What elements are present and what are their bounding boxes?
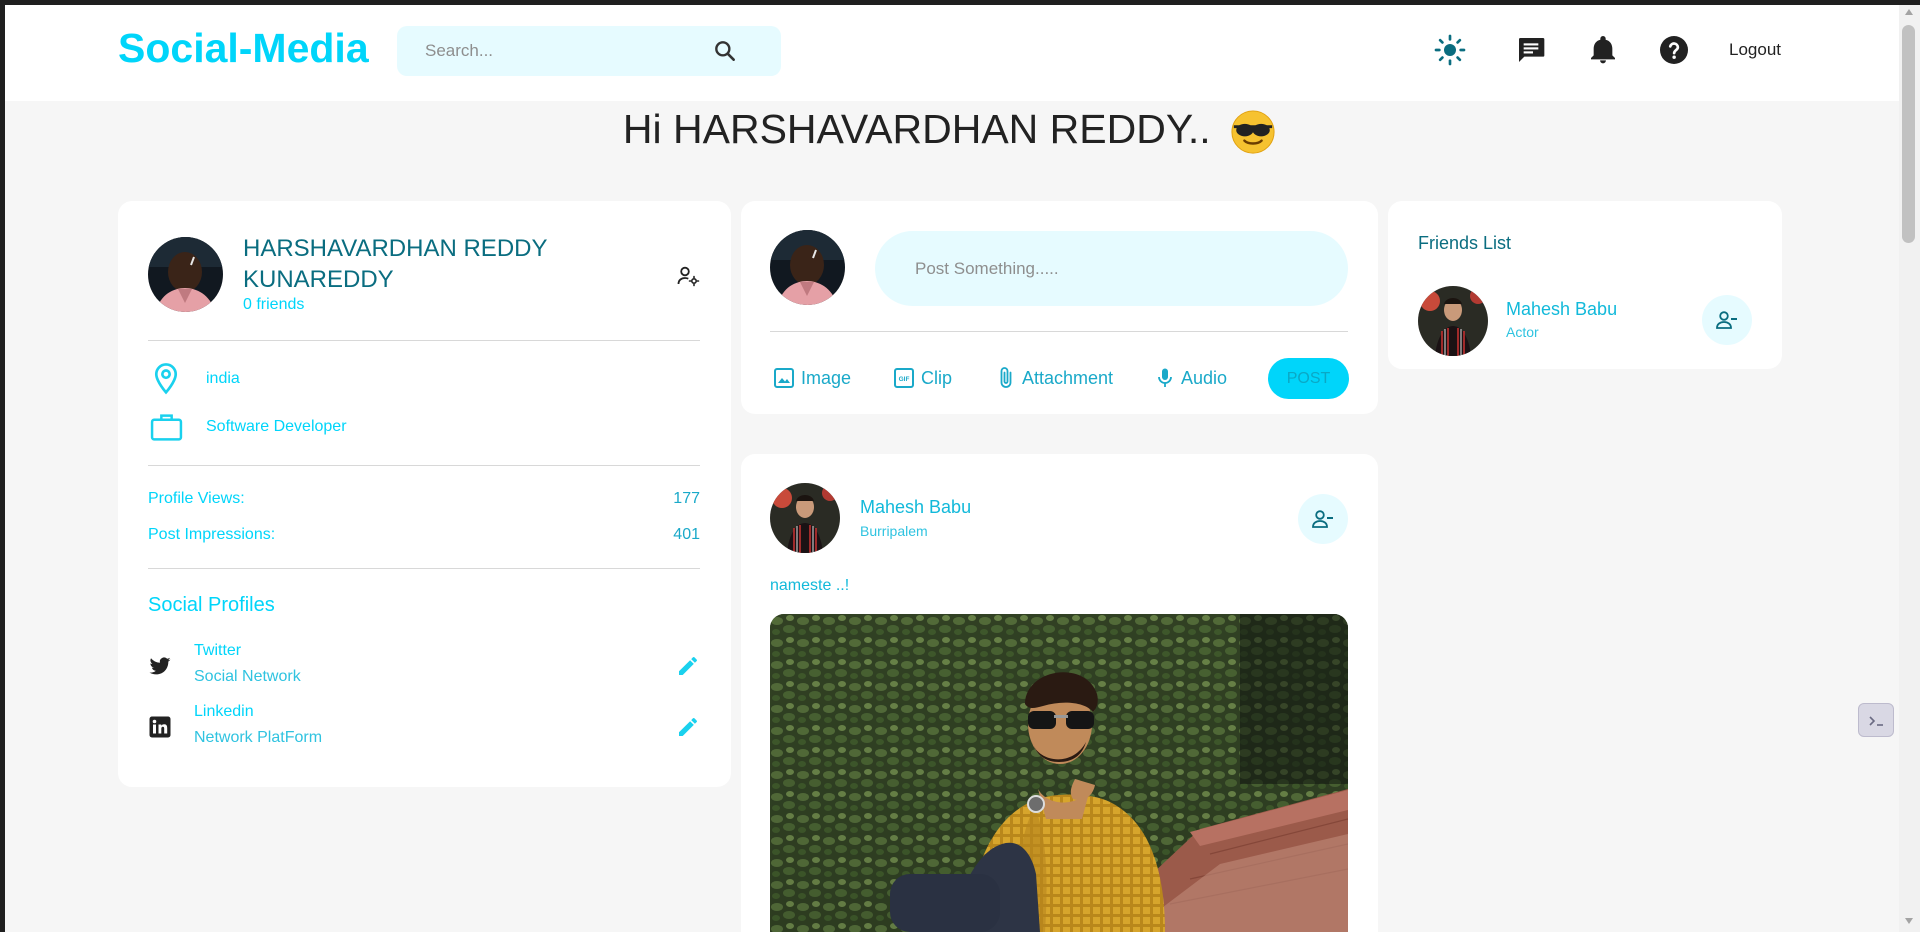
post-author-location: Burripalem bbox=[860, 523, 928, 539]
sunglasses-emoji-icon bbox=[1231, 110, 1275, 154]
friends-list-title: Friends List bbox=[1418, 233, 1512, 253]
greeting-heading: Hi HARSHAVARDHAN REDDY.. bbox=[0, 106, 1899, 155]
logout-button[interactable]: Logout bbox=[1729, 40, 1781, 60]
friend-name[interactable]: Mahesh Babu bbox=[1506, 299, 1617, 320]
social-twitter-type: Social Network bbox=[194, 668, 301, 685]
audio-action-label: Audio bbox=[1181, 368, 1228, 388]
person-remove-icon bbox=[1716, 311, 1737, 329]
profile-avatar[interactable] bbox=[148, 237, 223, 312]
social-linkedin-name[interactable]: Linkedin bbox=[194, 703, 254, 721]
profile-name-line1: HARSHAVARDHAN REDDY bbox=[243, 235, 548, 262]
edit-twitter-icon[interactable] bbox=[676, 654, 700, 678]
post-text: nameste ..! bbox=[770, 577, 850, 594]
remove-friend-button[interactable] bbox=[1298, 494, 1348, 544]
mic-icon bbox=[1158, 368, 1172, 387]
post-input-placeholder: Post Something..... bbox=[915, 259, 1059, 278]
twitter-icon bbox=[149, 657, 171, 675]
gif-icon: GIF bbox=[894, 368, 914, 388]
friends-count: 0 friends bbox=[243, 296, 305, 313]
help-icon[interactable] bbox=[1658, 34, 1690, 66]
search-box bbox=[397, 26, 781, 76]
post-impressions-value: 401 bbox=[673, 526, 700, 543]
profile-views-value: 177 bbox=[673, 490, 700, 507]
search-icon[interactable] bbox=[712, 38, 738, 64]
composer-avatar bbox=[770, 230, 845, 305]
post-input[interactable]: Post Something..... bbox=[875, 231, 1348, 306]
svg-text:GIF: GIF bbox=[899, 376, 910, 383]
linkedin-icon bbox=[149, 716, 171, 738]
attachment-action-label: Attachment bbox=[1022, 368, 1114, 388]
brand-logo[interactable]: Social-Media bbox=[118, 25, 369, 72]
post-button[interactable]: POST bbox=[1268, 358, 1349, 399]
occupation-text: Software Developer bbox=[206, 418, 347, 435]
post-impressions-label: Post Impressions: bbox=[148, 526, 276, 543]
profile-divider bbox=[148, 340, 700, 341]
location-icon bbox=[154, 363, 178, 395]
location-text: india bbox=[206, 370, 240, 387]
social-linkedin-type: Network PlatForm bbox=[194, 729, 323, 746]
profile-name-line2: KUNAREDDY bbox=[243, 266, 394, 293]
clip-action-label: Clip bbox=[921, 368, 953, 388]
friend-role: Actor bbox=[1506, 324, 1539, 340]
profile-views-label: Profile Views: bbox=[148, 490, 245, 507]
person-remove-icon bbox=[1312, 510, 1333, 528]
post-author-name[interactable]: Mahesh Babu bbox=[860, 497, 971, 518]
image-icon bbox=[774, 368, 794, 388]
message-icon[interactable] bbox=[1515, 34, 1547, 66]
light-mode-icon[interactable] bbox=[1434, 34, 1466, 66]
scroll-down-arrow-icon[interactable] bbox=[1904, 917, 1914, 925]
work-icon bbox=[150, 414, 183, 441]
search-input[interactable] bbox=[425, 39, 715, 63]
profile-divider bbox=[148, 465, 700, 466]
scroll-up-arrow-icon[interactable] bbox=[1904, 8, 1914, 16]
social-profiles-title: Social Profiles bbox=[148, 594, 275, 616]
terminal-icon bbox=[1869, 716, 1883, 726]
attachment-icon bbox=[1000, 367, 1012, 388]
friend-remove-button[interactable] bbox=[1702, 295, 1752, 345]
friend-avatar[interactable] bbox=[1418, 286, 1488, 356]
top-navbar: Social-Media Logout bbox=[0, 0, 1899, 101]
scrollbar-thumb[interactable] bbox=[1902, 25, 1915, 243]
image-action-label: Image bbox=[801, 368, 852, 388]
greeting-text: Hi HARSHAVARDHAN REDDY.. bbox=[622, 106, 1211, 152]
post-author-avatar[interactable] bbox=[770, 483, 840, 553]
social-twitter-name[interactable]: Twitter bbox=[194, 642, 241, 660]
floating-dev-widget[interactable] bbox=[1858, 703, 1894, 737]
notification-icon[interactable] bbox=[1587, 34, 1619, 66]
edit-linkedin-icon[interactable] bbox=[676, 715, 700, 739]
manage-account-icon[interactable] bbox=[676, 264, 700, 288]
profile-divider bbox=[148, 568, 700, 569]
composer-divider bbox=[770, 331, 1348, 332]
profile-name[interactable]: HARSHAVARDHAN REDDY KUNAREDDY bbox=[243, 233, 548, 295]
post-image[interactable] bbox=[770, 614, 1348, 932]
